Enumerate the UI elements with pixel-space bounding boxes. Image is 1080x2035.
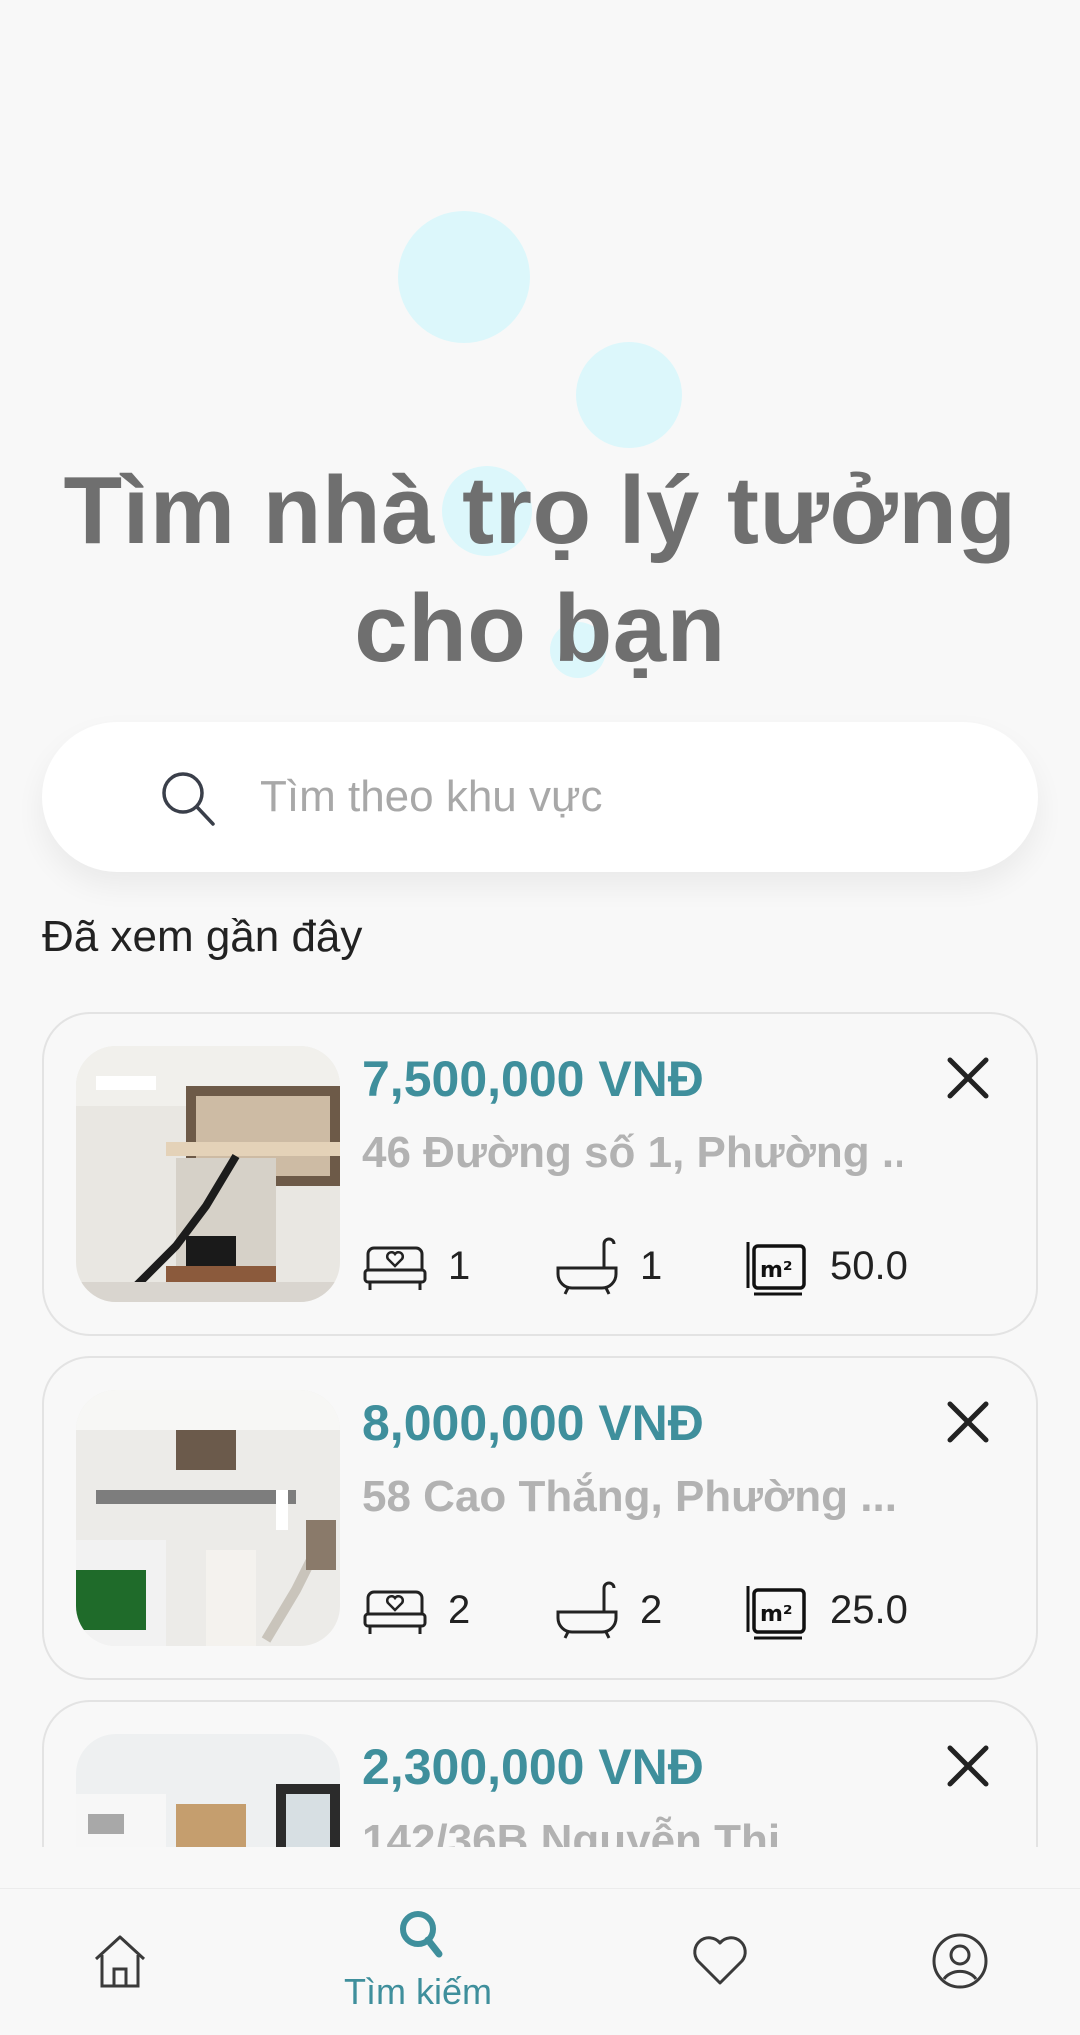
svg-text:m²: m² <box>760 1602 793 1627</box>
bottom-navigation: Tìm kiếm <box>0 1888 1080 2035</box>
profile-icon <box>932 1933 988 1989</box>
recent-section-title: Đã xem gần đây <box>42 912 363 961</box>
listing-photo <box>76 1734 340 1847</box>
bathtub-icon <box>556 1581 618 1639</box>
recent-list[interactable]: 7,500,000 VNĐ 46 Đường số 1, Phường ... … <box>0 1010 1080 1847</box>
area-size: m² 25.0 <box>744 1580 908 1640</box>
close-icon[interactable] <box>940 1050 996 1106</box>
search-bar[interactable] <box>42 722 1038 872</box>
listing-price: 8,000,000 VNĐ <box>362 1395 704 1451</box>
listing-photo <box>76 1046 340 1302</box>
listing-card[interactable]: 7,500,000 VNĐ 46 Đường số 1, Phường ... … <box>42 1012 1038 1336</box>
area-value: 25.0 <box>830 1587 908 1632</box>
listing-address: 46 Đường số 1, Phường ... <box>362 1128 902 1177</box>
bathroom-value: 1 <box>640 1243 663 1288</box>
bathtub-icon <box>556 1237 618 1295</box>
bedroom-value: 2 <box>448 1587 471 1632</box>
area-value: 50.0 <box>830 1243 908 1288</box>
bed-icon <box>363 1246 427 1290</box>
hero-title: Tìm nhà trọ lý tưởng cho bạn <box>63 457 1017 682</box>
bathroom-count: 1 <box>554 1236 662 1296</box>
search-icon <box>162 772 215 826</box>
area-size: m² 50.0 <box>744 1236 908 1296</box>
listing-card[interactable]: 2,300,000 VNĐ 142/36B Nguyễn Thị <box>42 1700 1038 1847</box>
nav-search[interactable]: Tìm kiếm <box>320 1889 520 2035</box>
bedroom-count: 2 <box>362 1580 470 1640</box>
bedroom-count: 1 <box>362 1236 470 1296</box>
nav-favorites[interactable] <box>660 1889 780 2035</box>
nav-search-label: Tìm kiếm <box>344 1971 492 2012</box>
area-m2-icon: m² <box>746 1242 806 1296</box>
listing-photo <box>76 1390 340 1646</box>
bedroom-value: 1 <box>448 1243 471 1288</box>
listing-address: 142/36B Nguyễn Thị <box>362 1816 781 1847</box>
svg-text:m²: m² <box>760 1258 793 1283</box>
decorative-bubble <box>576 342 682 448</box>
home-icon <box>94 1935 146 1988</box>
bathroom-value: 2 <box>640 1587 663 1632</box>
nav-home[interactable] <box>60 1889 180 2035</box>
close-icon[interactable] <box>940 1394 996 1450</box>
listing-card[interactable]: 8,000,000 VNĐ 58 Cao Thắng, Phường ... 2 <box>42 1356 1038 1680</box>
decorative-bubble <box>398 211 530 343</box>
nav-profile[interactable] <box>900 1889 1020 2035</box>
bed-icon <box>363 1590 427 1634</box>
search-input[interactable] <box>260 762 980 832</box>
listing-price: 7,500,000 VNĐ <box>362 1051 704 1107</box>
bathroom-count: 2 <box>554 1580 662 1640</box>
search-icon <box>400 1911 443 1958</box>
area-m2-icon: m² <box>746 1586 806 1640</box>
listing-address: 58 Cao Thắng, Phường ... <box>362 1472 897 1521</box>
heart-icon <box>693 1936 747 1985</box>
close-icon[interactable] <box>940 1738 996 1794</box>
listing-price: 2,300,000 VNĐ <box>362 1739 704 1795</box>
